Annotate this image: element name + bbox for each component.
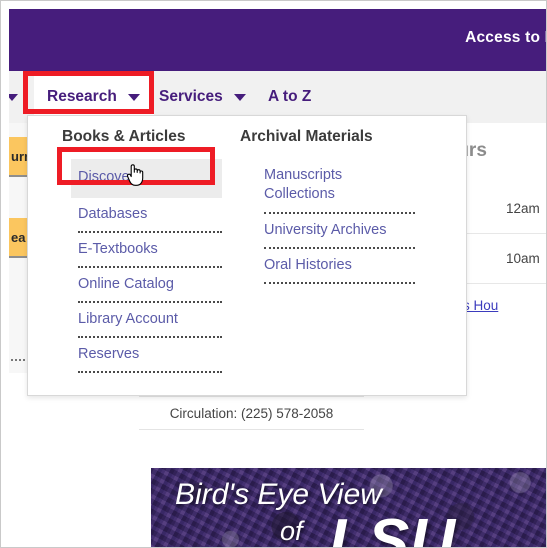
rail-button-search-label: ea xyxy=(11,229,26,245)
dropdown-item-e-textbooks-label[interactable]: E-Textbooks xyxy=(78,240,222,258)
promo-subtitle-lsu: LSU xyxy=(329,507,456,548)
dropdown-item-online-catalog[interactable]: Online Catalog xyxy=(78,268,222,303)
dropdown-item-manuscripts-collections[interactable]: Manuscripts Collections xyxy=(264,159,415,214)
hours-time-value: 12am xyxy=(506,200,540,216)
dropdown-item-oral-histories[interactable]: Oral Histories xyxy=(264,249,415,284)
dropdown-item-reserves-label[interactable]: Reserves xyxy=(78,345,222,363)
dropdown-item-library-account-label[interactable]: Library Account xyxy=(78,310,222,328)
dropdown-item-e-textbooks[interactable]: E-Textbooks xyxy=(78,233,222,268)
site-banner: Access to Ex xyxy=(9,9,546,71)
dropdown-item-reserves[interactable]: Reserves xyxy=(78,338,222,373)
nav-item-research-label: Research xyxy=(47,88,117,105)
dropdown-item-online-catalog-label[interactable]: Online Catalog xyxy=(78,275,222,293)
nav-item-services-label: Services xyxy=(159,88,223,105)
dropdown-item-discovery-label[interactable]: Discovery xyxy=(78,168,222,186)
promo-banner-image[interactable]: Bird's Eye View of LSU xyxy=(151,468,546,548)
circulation-phone: Circulation: (225) 578-2058 xyxy=(139,396,364,430)
dropdown-column-heading: Archival Materials xyxy=(240,128,373,145)
dropdown-item-university-archives[interactable]: University Archives xyxy=(264,214,415,249)
chevron-down-icon xyxy=(9,93,18,101)
dropdown-item-oral-histories-label[interactable]: Oral Histories xyxy=(264,256,415,274)
banner-headline: Access to Ex xyxy=(465,29,546,46)
dropdown-item-databases-label[interactable]: Databases xyxy=(78,205,222,223)
dropdown-column-archival-materials: Archival Materials Manuscripts Collectio… xyxy=(240,128,415,284)
promo-subtitle-of: of xyxy=(280,516,303,546)
dropdown-item-university-archives-label[interactable]: University Archives xyxy=(264,221,415,239)
dropdown-item-manuscripts-collections-label[interactable]: Manuscripts Collections xyxy=(264,166,415,204)
chevron-down-icon xyxy=(127,93,140,101)
dropdown-list-archival-materials: Manuscripts Collections University Archi… xyxy=(240,159,415,284)
nav-item-a-to-z-label: A to Z xyxy=(268,88,312,105)
dropdown-item-databases[interactable]: Databases xyxy=(78,198,222,233)
nav-item-partial[interactable] xyxy=(9,71,18,123)
library-website-page: Access to Ex Research Services A to Z xyxy=(9,9,546,548)
dropdown-list-books-articles: Discovery Databases E-Textbooks Online C… xyxy=(62,159,222,373)
dropdown-item-discovery[interactable]: Discovery xyxy=(71,159,222,198)
research-dropdown-panel: Books & Articles Discovery Databases E-T… xyxy=(27,115,467,396)
chevron-down-icon xyxy=(233,93,246,101)
dropdown-item-library-account[interactable]: Library Account xyxy=(78,303,222,338)
hours-time-value: 10am xyxy=(506,250,540,266)
dropdown-column-heading: Books & Articles xyxy=(62,128,186,145)
mouse-cursor-hand-icon xyxy=(126,164,144,186)
screenshot-frame: Access to Ex Research Services A to Z xyxy=(0,0,547,548)
